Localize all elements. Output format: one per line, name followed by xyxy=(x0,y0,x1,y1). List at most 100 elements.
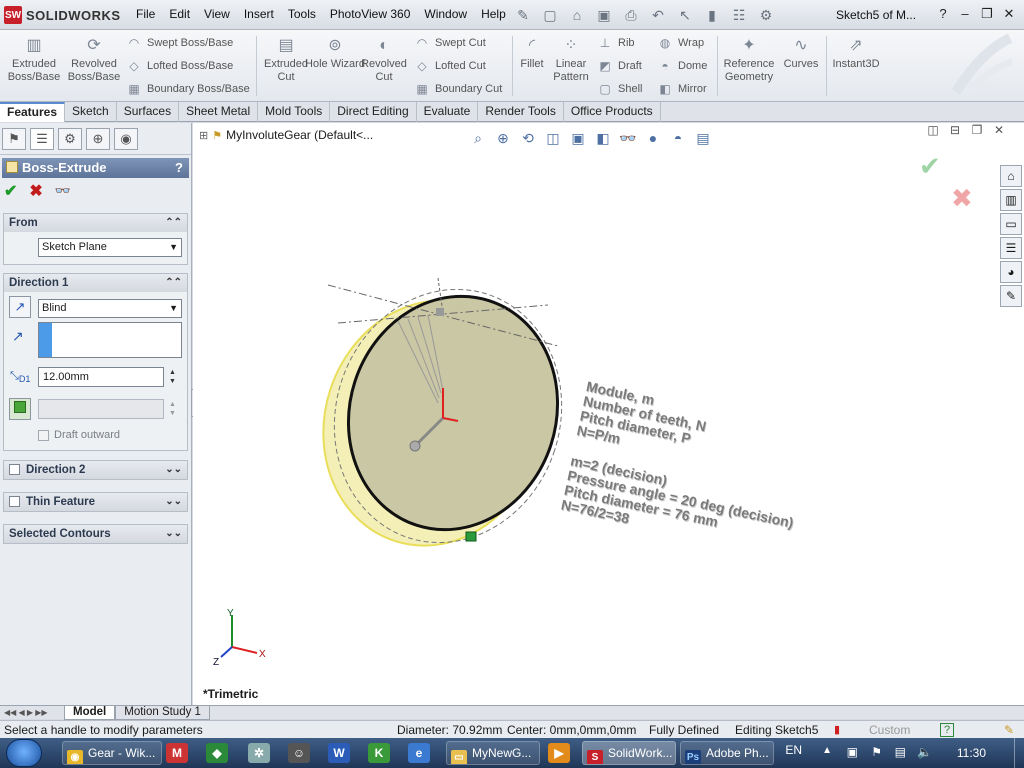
shell-button[interactable]: ▢ Shell xyxy=(597,81,642,97)
tray-app-icon[interactable]: ▣ xyxy=(847,745,858,759)
clock[interactable]: 11:30 xyxy=(957,746,986,760)
solidworks-logo[interactable]: SW SOLIDWORKS xyxy=(4,5,121,25)
tab-render-tools[interactable]: Render Tools xyxy=(478,102,564,122)
tray-expand-icon[interactable]: ▲ xyxy=(822,745,832,756)
app-icon-green[interactable]: ◆ xyxy=(206,743,228,763)
configuration-manager-tab-icon[interactable]: ⚙ xyxy=(58,127,82,150)
from-header[interactable]: From ⌃⌃ xyxy=(4,214,187,232)
view-split-icon[interactable]: ◫ xyxy=(922,123,944,137)
reverse-direction-icon[interactable]: ↗ xyxy=(9,296,31,318)
zoom-to-fit-icon[interactable]: ⌕ xyxy=(468,128,488,148)
feature-manager-tab-icon[interactable]: ⚑ xyxy=(2,127,26,150)
appearances-icon[interactable]: ◕ xyxy=(1000,261,1022,283)
restore-icon[interactable]: ❐ xyxy=(976,5,998,23)
direction-vector-list[interactable] xyxy=(38,322,182,358)
app-icon-people[interactable]: ☺ xyxy=(288,743,310,763)
expand-plus-icon[interactable]: ⊞ xyxy=(199,129,208,142)
extrude-handle[interactable] xyxy=(409,440,421,452)
menu-edit[interactable]: Edit xyxy=(169,7,190,21)
swept-boss-button[interactable]: ◠ Swept Boss/Base xyxy=(126,35,233,51)
taskbar-chrome-gear[interactable]: ◉ Gear - Wik... xyxy=(62,741,162,765)
instant3d-button[interactable]: ⇗ Instant3D xyxy=(828,32,884,71)
mirror-button[interactable]: ◧ Mirror xyxy=(657,81,706,97)
direction2-header[interactable]: Direction 2 ⌄⌄ xyxy=(4,461,187,479)
tab-mold-tools[interactable]: Mold Tools xyxy=(258,102,331,122)
language-indicator[interactable]: EN xyxy=(785,743,802,757)
display-manager-tab-icon[interactable]: ◉ xyxy=(114,127,138,150)
gmail-icon[interactable]: M xyxy=(166,743,188,763)
menu-photoview[interactable]: PhotoView 360 xyxy=(330,7,411,21)
feature-tree-flyout[interactable]: ⊞ ⚑ MyInvoluteGear (Default<... xyxy=(199,128,373,142)
file-explorer-icon[interactable]: ▭ xyxy=(1000,213,1022,235)
revolved-boss-button[interactable]: ⟳ Revolved Boss/Base xyxy=(64,32,124,84)
extruded-boss-button[interactable]: ▥ Extruded Boss/Base xyxy=(4,32,64,84)
boundary-cut-button[interactable]: ▦ Boundary Cut xyxy=(414,81,502,97)
hide-show-icon[interactable]: 👓 xyxy=(618,128,638,148)
draft-on-off-icon[interactable] xyxy=(9,398,31,420)
draft-button[interactable]: ◩ Draft xyxy=(597,58,642,74)
reference-geometry-button[interactable]: ✦ Reference Geometry xyxy=(719,32,779,84)
options-icon[interactable]: ⚙ xyxy=(755,5,777,25)
show-desktop-button[interactable] xyxy=(1014,738,1024,768)
view-orientation-icon[interactable]: ▣ xyxy=(568,128,588,148)
volume-icon[interactable]: 🔈 xyxy=(917,745,932,759)
help-icon[interactable]: ? xyxy=(932,5,954,23)
tab-evaluate[interactable]: Evaluate xyxy=(417,102,479,122)
pin-status-icon[interactable]: ✎ xyxy=(1004,723,1014,737)
view-tile-icon[interactable]: ⊟ xyxy=(944,123,966,137)
direction2-checkbox[interactable] xyxy=(9,464,20,475)
units-selector[interactable]: Custom xyxy=(869,723,910,737)
network-icon[interactable]: ▤ xyxy=(895,745,906,759)
action-center-flag-icon[interactable]: ⚑ xyxy=(871,745,882,759)
lofted-boss-button[interactable]: ◇ Lofted Boss/Base xyxy=(126,58,233,74)
design-library-icon[interactable]: ▥ xyxy=(1000,189,1022,211)
linear-pattern-button[interactable]: ⁘ Linear Pattern xyxy=(546,32,596,84)
menu-window[interactable]: Window xyxy=(424,7,467,21)
window-restore-icon[interactable]: ❐ xyxy=(966,123,988,137)
dome-button[interactable]: ◓ Dome xyxy=(657,58,707,74)
tab-features[interactable]: Features xyxy=(0,102,66,122)
rebuild-icon[interactable]: ▮ xyxy=(701,5,723,25)
app-icon-gears[interactable]: ✲ xyxy=(248,743,270,763)
minimize-icon[interactable]: – xyxy=(954,5,976,23)
tab-sketch[interactable]: Sketch xyxy=(65,102,117,122)
tab-direct-editing[interactable]: Direct Editing xyxy=(330,102,417,122)
edit-appearance-icon[interactable]: ● xyxy=(643,128,663,148)
taskbar-solidworks[interactable]: S SolidWork... xyxy=(582,741,676,765)
rib-button[interactable]: ⊥ Rib xyxy=(597,35,635,51)
depth-spinner[interactable]: ▲ ▼ xyxy=(169,368,176,386)
tab-model[interactable]: Model xyxy=(64,705,116,720)
resources-home-icon[interactable]: ⌂ xyxy=(1000,165,1022,187)
menu-tools[interactable]: Tools xyxy=(288,7,316,21)
tab-office-products[interactable]: Office Products xyxy=(564,102,661,122)
apply-scene-icon[interactable]: ◓ xyxy=(668,128,688,148)
menu-help[interactable]: Help xyxy=(481,7,506,21)
previous-view-icon[interactable]: ⟲ xyxy=(518,128,538,148)
menu-view[interactable]: View xyxy=(204,7,230,21)
view-palette-icon[interactable]: ☰ xyxy=(1000,237,1022,259)
tab-surfaces[interactable]: Surfaces xyxy=(117,102,180,122)
undo-icon[interactable]: ↶ xyxy=(647,5,669,25)
swept-cut-button[interactable]: ◠ Swept Cut xyxy=(414,35,486,51)
tab-scroll-arrows-icon[interactable]: ◀◀ ◀ ▶ ▶▶ xyxy=(4,708,64,717)
save-icon[interactable]: ▣ xyxy=(593,5,615,25)
tab-motion-study[interactable]: Motion Study 1 xyxy=(115,705,210,720)
depth-input[interactable]: 12.00mm xyxy=(38,367,164,387)
file-properties-icon[interactable]: ☷ xyxy=(728,5,750,25)
select-icon[interactable]: ↖ xyxy=(674,5,696,25)
cancel-x-icon[interactable]: ✖ xyxy=(29,181,42,201)
menu-insert[interactable]: Insert xyxy=(244,7,274,21)
help-icon[interactable]: ? xyxy=(175,158,183,178)
contour-handle[interactable] xyxy=(465,531,477,542)
new-document-icon[interactable]: ▢ xyxy=(539,5,561,25)
thin-feature-header[interactable]: Thin Feature ⌄⌄ xyxy=(4,493,187,511)
ok-check-icon[interactable]: ✔ xyxy=(4,181,17,201)
pin-icon[interactable]: ✎ xyxy=(512,5,534,25)
lofted-cut-button[interactable]: ◇ Lofted Cut xyxy=(414,58,485,74)
from-select[interactable]: Sketch Plane ▼ xyxy=(38,238,182,257)
taskbar-photoshop[interactable]: Ps Adobe Ph... xyxy=(680,741,774,765)
revolved-cut-button[interactable]: ◐ Revolved Cut xyxy=(354,32,414,84)
display-style-icon[interactable]: ◧ xyxy=(593,128,613,148)
direction1-header[interactable]: Direction 1 ⌃⌃ xyxy=(4,274,187,292)
thin-feature-checkbox[interactable] xyxy=(9,496,20,507)
